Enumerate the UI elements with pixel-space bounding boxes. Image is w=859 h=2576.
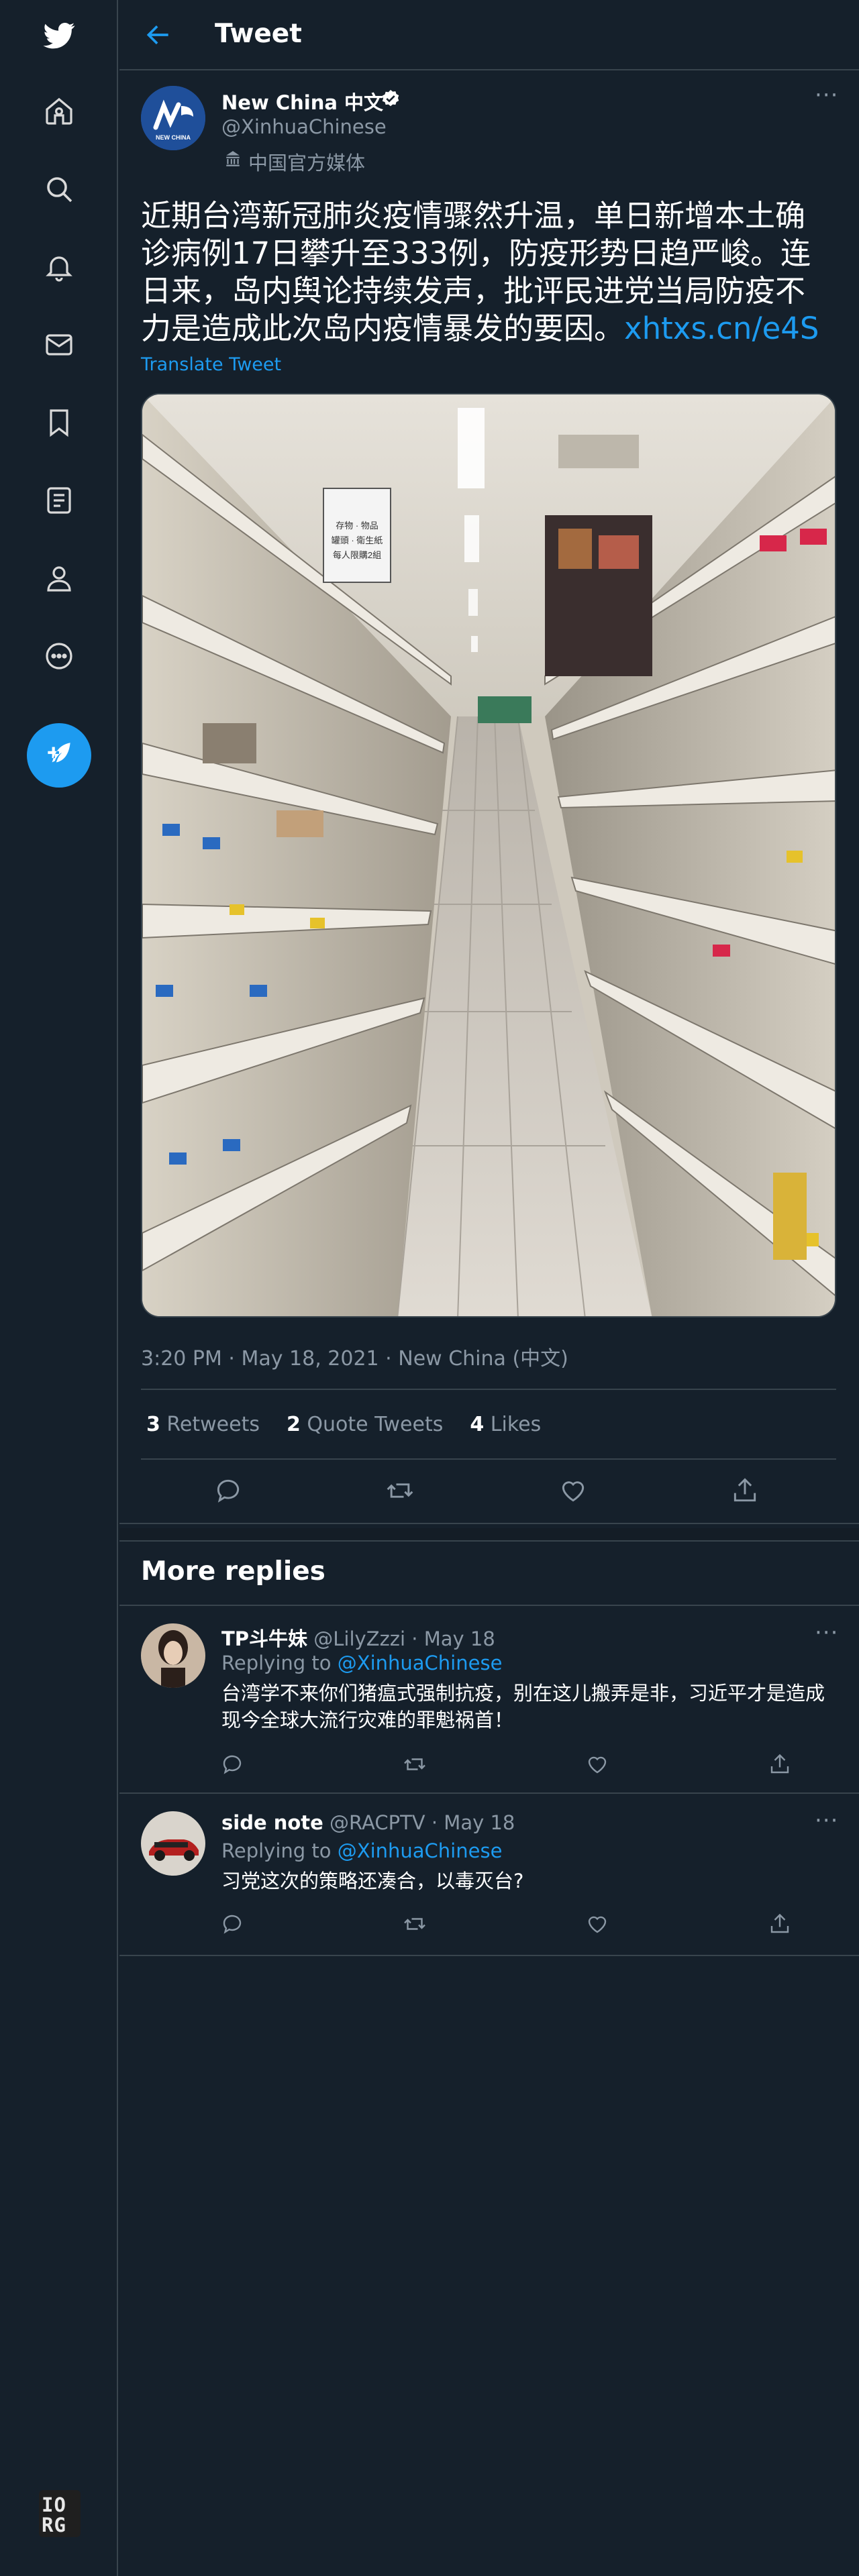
explore-icon[interactable] (40, 170, 78, 208)
like-icon[interactable] (585, 1752, 609, 1776)
reply-icon[interactable] (220, 1912, 244, 1936)
notifications-icon[interactable] (40, 248, 78, 286)
author-handle[interactable]: @XinhuaChinese (221, 115, 387, 138)
home-icon[interactable] (40, 93, 78, 130)
likes-count: 4 (470, 1413, 485, 1436)
page-header: Tweet (119, 0, 859, 70)
reply-date[interactable]: · May 18 (432, 1811, 515, 1834)
reply-avatar[interactable] (141, 1811, 205, 1876)
svg-text:罐頭 · 衛生紙: 罐頭 · 衛生紙 (332, 535, 383, 545)
tweet-stats: 3 Retweets 2 Quote Tweets 4 Likes (146, 1413, 541, 1436)
reply-header: TP斗牛妹 @LilyZzzi · May 18 (221, 1623, 495, 1652)
likes-label: Likes (490, 1413, 542, 1436)
share-icon[interactable] (768, 1752, 792, 1776)
reply-author-name[interactable]: TP斗牛妹 (221, 1627, 307, 1650)
svg-text:存物 · 物品: 存物 · 物品 (336, 521, 378, 531)
compose-icon (48, 743, 70, 763)
share-icon[interactable] (768, 1912, 792, 1936)
replying-to-link[interactable]: @XinhuaChinese (338, 1839, 503, 1862)
svg-text:NEW CHINA: NEW CHINA (156, 134, 191, 141)
divider (119, 1955, 859, 1956)
tweet-link[interactable]: xhtxs.cn/e4S (624, 311, 819, 346)
reply-text: 习党这次的策略还凑合，以毒灭台? (221, 1870, 524, 1892)
quote-tweets-stat[interactable]: 2 Quote Tweets (287, 1413, 443, 1436)
retweets-stat[interactable]: 3 Retweets (146, 1413, 260, 1436)
reply-text: 台湾学不来你们猪瘟式强制抗疫，别在这儿搬弄是非，习近平才是造成现今全球大流行灾难… (221, 1682, 825, 1731)
reply-icon[interactable] (220, 1752, 244, 1776)
svg-text:每人限購2組: 每人限購2組 (333, 550, 381, 560)
messages-icon[interactable] (40, 326, 78, 364)
more-replies-heading: More replies (141, 1556, 325, 1587)
reply-date[interactable]: · May 18 (411, 1627, 495, 1650)
iorg-logo: IO RG (39, 2490, 81, 2537)
tweet-photo[interactable]: 存物 · 物品 罐頭 · 衛生紙 每人限購2組 (141, 393, 836, 1318)
translate-tweet-link[interactable]: Translate Tweet (141, 354, 281, 375)
reply-icon[interactable] (213, 1476, 243, 1505)
retweet-icon[interactable] (403, 1752, 427, 1776)
profile-icon[interactable] (40, 559, 78, 597)
reply-avatar[interactable] (141, 1623, 205, 1688)
divider (119, 1792, 859, 1794)
divider (141, 1389, 836, 1390)
compose-tweet-button[interactable] (27, 723, 91, 788)
state-media-icon (226, 151, 240, 166)
retweet-icon[interactable] (385, 1476, 415, 1505)
divider (119, 1523, 859, 1524)
replying-to: Replying to @XinhuaChinese (221, 1839, 502, 1862)
state-media-label[interactable]: 中国官方媒体 (248, 148, 365, 176)
quotes-label: Quote Tweets (307, 1413, 444, 1436)
replying-to: Replying to @XinhuaChinese (221, 1652, 502, 1674)
retweets-label: Retweets (166, 1413, 260, 1436)
back-arrow-icon[interactable] (144, 20, 173, 50)
replying-to-link[interactable]: @XinhuaChinese (338, 1652, 503, 1674)
reply-more-icon[interactable]: ··· (815, 1809, 838, 1832)
lists-icon[interactable] (40, 482, 78, 519)
replying-prefix: Replying to (221, 1839, 332, 1862)
replying-prefix: Replying to (221, 1652, 332, 1674)
share-icon[interactable] (730, 1476, 760, 1505)
divider (119, 1540, 859, 1542)
bookmarks-icon[interactable] (40, 404, 78, 441)
retweets-count: 3 (146, 1413, 160, 1436)
divider (141, 1458, 836, 1460)
reply-handle[interactable]: @RACPTV (330, 1811, 425, 1834)
sidebar-nav: IO RG (0, 0, 118, 2576)
retweet-icon[interactable] (403, 1912, 427, 1936)
section-gap (119, 1528, 859, 1540)
reply-handle[interactable]: @LilyZzzi (313, 1627, 405, 1650)
quotes-count: 2 (286, 1413, 301, 1436)
more-icon[interactable] (40, 637, 78, 675)
tweet-more-icon[interactable]: ··· (815, 84, 838, 107)
author-avatar[interactable]: NEW CHINA (141, 86, 205, 150)
like-icon[interactable] (585, 1912, 609, 1936)
verified-icon (382, 90, 399, 107)
main-column: Tweet NEW CHINA New China 中文 @XinhuaChin… (119, 0, 859, 2576)
tweet-timestamp[interactable]: 3:20 PM · May 18, 2021 · New China (中文) (141, 1342, 568, 1371)
author-name[interactable]: New China 中文 (221, 87, 383, 115)
reply-header: side note @RACPTV · May 18 (221, 1811, 515, 1834)
page-title: Tweet (215, 19, 302, 49)
likes-stat[interactable]: 4 Likes (470, 1413, 541, 1436)
twitter-logo-icon[interactable] (40, 16, 78, 54)
reply-more-icon[interactable]: ··· (815, 1621, 838, 1644)
reply-author-name[interactable]: side note (221, 1811, 323, 1834)
divider (119, 1605, 859, 1606)
tweet-text: 近期台湾新冠肺炎疫情骤然升温，单日新增本土确诊病例17日攀升至333例，防疫形势… (141, 197, 832, 347)
like-icon[interactable] (558, 1476, 588, 1505)
